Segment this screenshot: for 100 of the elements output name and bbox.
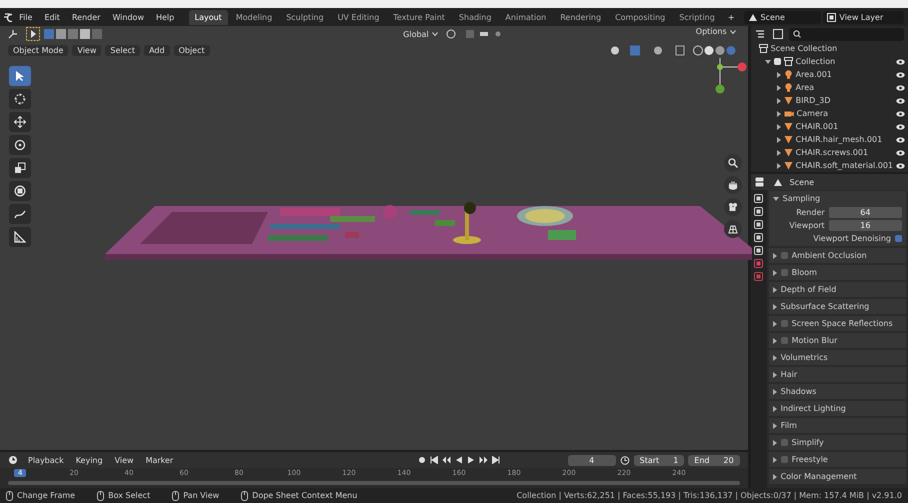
add-workspace-button[interactable]: + [722,10,740,24]
timeline-menu[interactable]: Keying [72,454,107,466]
checkbox[interactable] [780,269,788,276]
disclosure-triangle-icon[interactable] [776,110,781,116]
workspace-tab[interactable]: Sculpting [280,10,330,24]
panel-title[interactable]: Subsurface Scattering [780,302,870,311]
checkbox[interactable] [774,58,781,65]
outliner-item[interactable]: Scene Collection [770,44,905,53]
toolbar-button[interactable] [9,181,31,201]
previous-keyframe-icon[interactable] [442,456,451,464]
menu-item[interactable]: Edit [39,10,65,24]
eye-icon[interactable] [896,84,905,90]
workspace-tab[interactable]: Layout [188,10,228,24]
stopwatch-icon[interactable] [620,455,630,465]
eye-icon[interactable] [896,150,905,156]
menu-item[interactable]: Window [107,10,149,24]
panel-title[interactable]: Film [780,421,797,430]
viewport-menu[interactable]: Object [174,44,210,56]
toolbar-button[interactable] [9,89,31,109]
workspace-tab[interactable]: Shading [452,10,498,24]
eye-icon[interactable] [896,110,905,116]
eye-icon[interactable] [896,162,905,168]
search-field[interactable] [788,28,904,40]
outliner-item[interactable]: Collection [796,57,893,66]
panel-title[interactable]: Motion Blur [792,336,838,345]
transform-orientation-dropdown[interactable]: Global [399,28,442,40]
menu-item[interactable]: Render [66,10,106,24]
mode-dropdown[interactable]: Object Mode [8,44,68,56]
workspace-tab[interactable]: UV Editing [332,10,386,24]
navigation-button[interactable] [724,176,742,194]
toolbar-button[interactable] [9,112,31,132]
number-field[interactable]: 64 [828,207,902,218]
checkbox[interactable] [780,456,788,463]
disclosure-triangle-icon[interactable] [776,136,781,142]
checkbox[interactable] [780,320,788,327]
jump-to-start-icon[interactable] [430,456,438,464]
disclosure-triangle-icon[interactable] [772,252,777,258]
number-field[interactable]: 16 [828,220,902,231]
outliner-item[interactable]: BIRD_3D [796,96,893,105]
disclosure-triangle-icon[interactable] [776,150,781,156]
end-frame-field[interactable]: End 20 [688,454,740,466]
viewport-menu[interactable]: Select [105,44,140,56]
outliner-item[interactable]: CHAIR.soft_material.001 [796,161,893,170]
disclosure-triangle-icon[interactable] [776,84,781,90]
current-frame-field[interactable]: 4 [568,454,616,466]
workspace-tab[interactable]: Rendering [554,10,608,24]
outliner-item[interactable]: Area.001 [796,70,893,79]
disclosure-triangle-icon[interactable] [772,354,777,360]
checkbox[interactable] [895,235,902,242]
disclosure-triangle-icon[interactable] [772,440,777,446]
panel-title[interactable]: Bloom [792,268,817,277]
panel-title[interactable]: Depth of Field [780,285,836,294]
disclosure-triangle-icon[interactable] [772,286,777,292]
panel-title[interactable]: Volumetrics [780,353,828,362]
panel-title[interactable]: Color Management [780,472,857,481]
navigation-button[interactable] [724,198,742,216]
workspace-tab[interactable]: Scripting [673,10,721,24]
scene-selector[interactable]: Scene [744,10,822,24]
disclosure-triangle-icon[interactable] [772,474,777,480]
workspace-tab[interactable]: Compositing [609,10,672,24]
panel-title[interactable]: Simplify [792,438,824,447]
panel-title[interactable]: Ambient Occlusion [792,251,867,260]
display-mode-icon[interactable] [772,29,785,39]
disclosure-triangle-icon[interactable] [772,196,779,200]
disclosure-triangle-icon[interactable] [772,456,777,462]
viewport-menu[interactable]: View [72,44,102,56]
checkbox[interactable] [780,252,788,259]
clock-icon[interactable] [8,455,20,465]
eye-icon[interactable] [896,98,905,104]
select-tool-icon[interactable] [26,27,40,41]
play-icon[interactable] [466,456,475,464]
jump-to-end-icon[interactable] [492,456,500,464]
navigation-gizmo-drawing[interactable] [716,58,746,94]
eye-icon[interactable] [896,136,905,142]
panel-title[interactable]: Shadows [780,387,816,396]
scrollbar[interactable] [8,481,740,485]
eye-icon[interactable] [896,124,905,130]
disclosure-triangle-icon[interactable] [772,422,777,428]
toolbar-button[interactable] [9,227,31,247]
panel-title[interactable]: Screen Space Reflections [792,319,893,328]
disclosure-triangle-icon[interactable] [776,72,781,78]
eye-icon[interactable] [896,72,905,78]
disclosure-triangle-icon[interactable] [772,304,777,310]
disclosure-triangle-icon[interactable] [772,320,777,326]
workspace-tab[interactable]: Texture Paint [387,10,451,24]
panel-title[interactable]: Sampling [782,194,820,203]
toolbar-button[interactable] [9,135,31,155]
outliner-item[interactable]: CHAIR.001 [796,122,893,131]
toolbar-button[interactable] [9,158,31,178]
next-keyframe-icon[interactable] [478,456,488,464]
selection-mode-icon[interactable] [44,29,104,39]
viewport-menu[interactable]: Add [144,44,170,56]
outliner-item[interactable]: Area [796,83,893,92]
disclosure-triangle-icon[interactable] [776,124,781,130]
panel-title[interactable]: Freestyle [792,455,828,464]
disclosure-triangle-icon[interactable] [776,98,781,104]
menu-item[interactable]: File [14,10,38,24]
checkbox[interactable] [780,337,788,344]
toolbar-button[interactable] [9,204,31,224]
disclosure-triangle-icon[interactable] [772,372,777,378]
